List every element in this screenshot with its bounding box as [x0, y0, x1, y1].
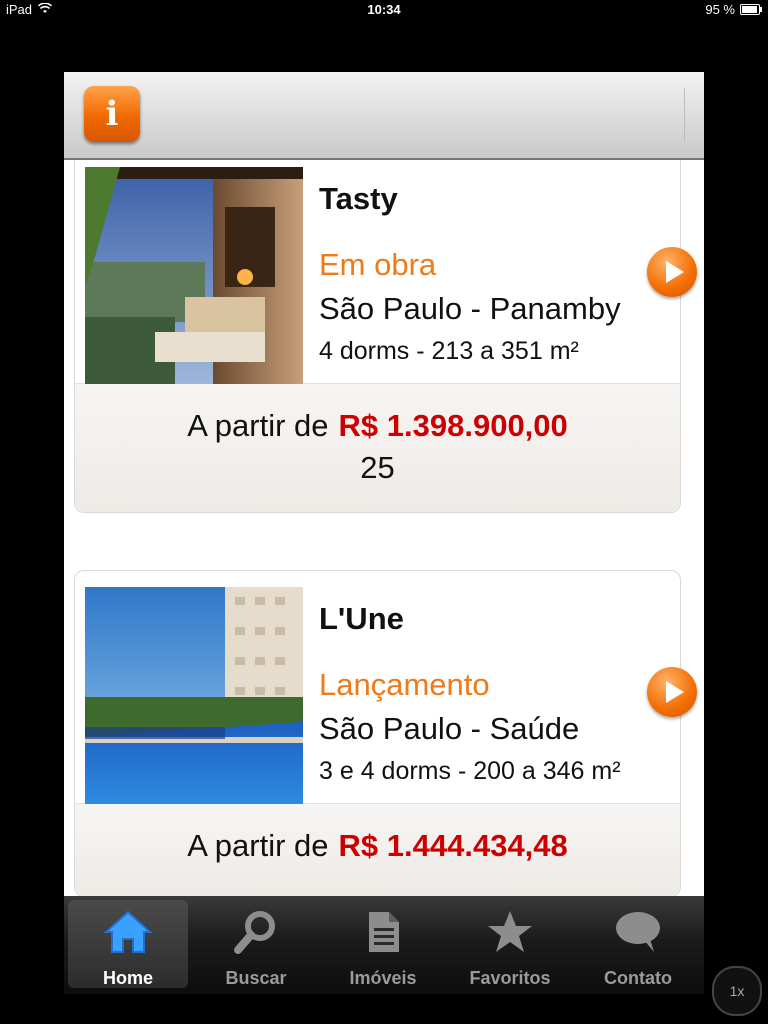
home-icon — [103, 908, 153, 956]
listing-detail-button[interactable] — [647, 247, 697, 297]
tab-label: Favoritos — [469, 968, 551, 988]
battery-percent: 95 % — [705, 2, 735, 17]
listing-status: Em obra — [319, 247, 437, 282]
tab-buscar[interactable]: Buscar — [196, 900, 316, 988]
tab-label: Home — [102, 968, 153, 988]
listing-photo-balcony[interactable] — [85, 167, 303, 385]
price-prefix: A partir de — [187, 408, 329, 443]
listing-location: São Paulo - Saúde — [319, 711, 580, 746]
listing-list[interactable]: Tasty Em obra São Paulo - Panamby 4 dorm… — [64, 160, 704, 944]
top-bar: i — [64, 72, 704, 160]
star-icon — [486, 908, 534, 956]
tab-bar: Home Buscar Imóveis Favoritos Contato — [64, 896, 704, 994]
price-value: R$ 1.444.434,48 — [338, 828, 568, 863]
listing-details: 4 dorms - 213 a 351 m² — [319, 337, 579, 365]
zoom-button[interactable]: 1x — [712, 966, 762, 1016]
price-prefix: A partir de — [187, 828, 329, 863]
tab-label: Imóveis — [349, 968, 417, 988]
listing-title: Tasty — [319, 181, 398, 216]
document-icon — [359, 908, 407, 956]
listing-details: 3 e 4 dorms - 200 a 346 m² — [319, 757, 621, 785]
listing-location: São Paulo - Panamby — [319, 291, 621, 326]
tab-imoveis[interactable]: Imóveis — [323, 900, 443, 988]
status-bar: iPad 10:34 95 % — [0, 0, 768, 20]
tab-favoritos[interactable]: Favoritos — [450, 900, 570, 988]
tab-home[interactable]: Home — [68, 900, 188, 988]
tab-label: Contato — [604, 968, 672, 988]
price-panel: A partir de R$ 1.398.900,00 25 — [75, 384, 680, 512]
price-sub: 25 — [360, 450, 395, 485]
listing-title: L'Une — [319, 601, 404, 636]
listing-photo-pool[interactable] — [85, 587, 303, 805]
status-time: 10:34 — [367, 2, 401, 17]
listing-status: Lançamento — [319, 667, 490, 702]
info-button[interactable]: i — [84, 86, 140, 142]
price-sub — [75, 864, 680, 896]
app-window: i Tasty Em obra São Paulo - Panamby 4 do… — [64, 72, 704, 944]
search-icon — [232, 908, 280, 956]
battery-icon — [740, 4, 762, 15]
tab-label: Buscar — [225, 968, 287, 988]
price-panel: A partir de R$ 1.444.434,48 — [75, 804, 680, 896]
listing-card[interactable]: Tasty Em obra São Paulo - Panamby 4 dorm… — [74, 160, 697, 513]
listing-card[interactable]: L'Une Lançamento São Paulo - Saúde 3 e 4… — [74, 570, 697, 897]
price-value: R$ 1.398.900,00 — [338, 408, 568, 443]
divider — [684, 88, 685, 142]
speech-bubble-icon — [614, 908, 662, 956]
tab-contato[interactable]: Contato — [578, 900, 698, 988]
listing-detail-button[interactable] — [647, 667, 697, 717]
